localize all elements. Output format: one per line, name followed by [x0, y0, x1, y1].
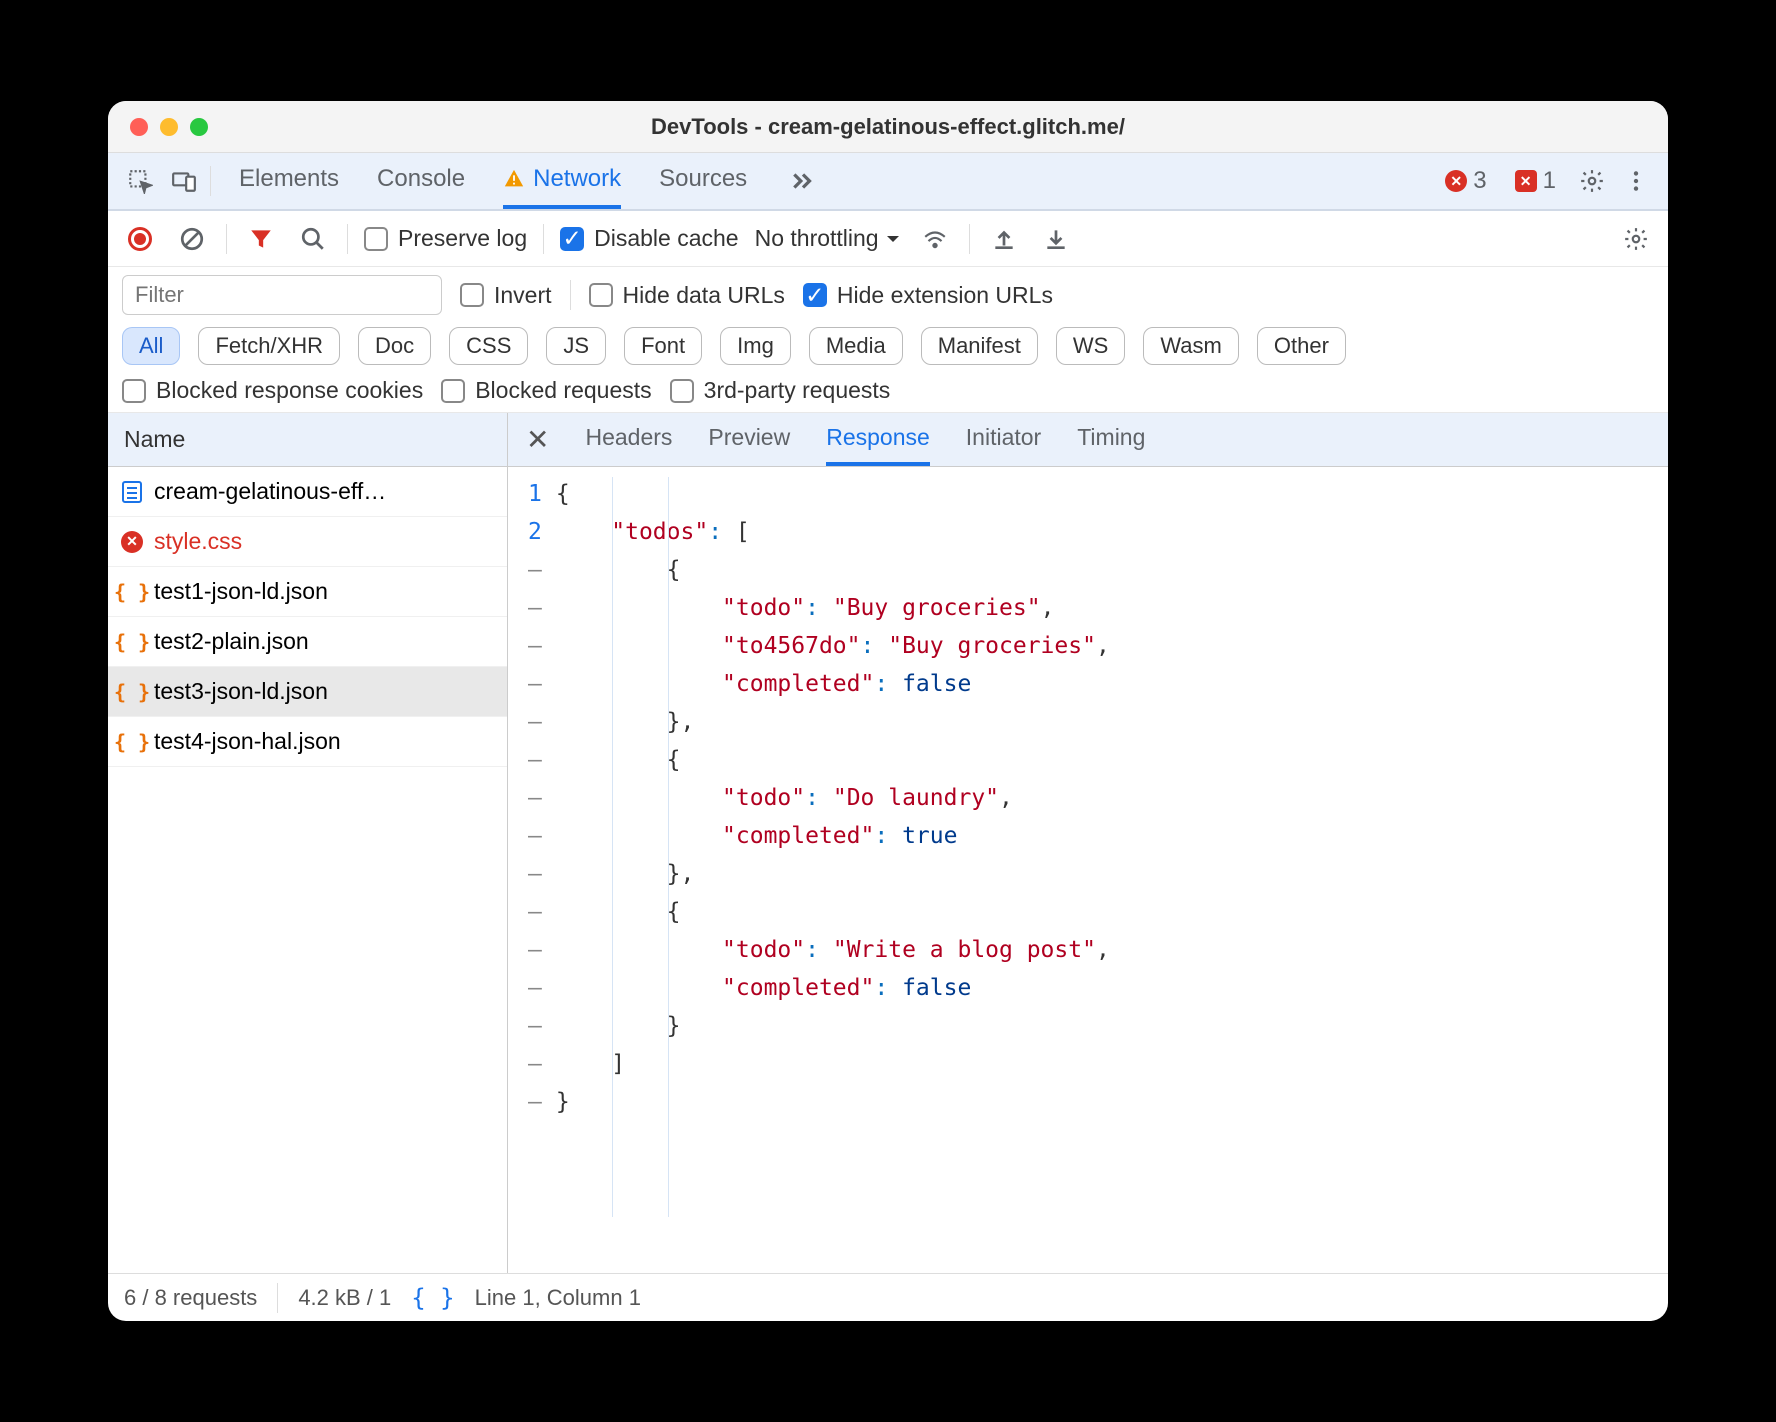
request-row[interactable]: { } test3-json-ld.json: [108, 667, 507, 717]
separator: [210, 166, 211, 196]
inspect-icon[interactable]: [122, 163, 158, 199]
request-list-pane: Name cream-gelatinous-eff… ✕ style.css { } t…: [108, 413, 508, 1273]
name-column-header[interactable]: Name: [108, 413, 507, 467]
issues-badge[interactable]: ✕ 1: [1515, 167, 1556, 195]
tab-sources[interactable]: Sources: [659, 153, 747, 209]
request-count: 6 / 8 requests: [124, 1285, 257, 1311]
request-row[interactable]: { } test2-plain.json: [108, 617, 507, 667]
invert-checkbox[interactable]: Invert: [460, 282, 552, 309]
throttling-select[interactable]: No throttling: [755, 225, 901, 252]
disable-cache-checkbox[interactable]: ✓Disable cache: [560, 225, 738, 252]
request-row[interactable]: { } test1-json-ld.json: [108, 567, 507, 617]
filter-ws[interactable]: WS: [1056, 327, 1125, 365]
filter-toolbar: Invert Hide data URLs ✓Hide extension UR…: [108, 267, 1668, 413]
errors-badge[interactable]: ✕ 3: [1445, 167, 1486, 195]
request-name: cream-gelatinous-eff…: [154, 478, 386, 505]
hide-data-urls-checkbox[interactable]: Hide data URLs: [589, 282, 785, 309]
network-conditions-icon[interactable]: [917, 221, 953, 257]
zoom-window-button[interactable]: [190, 118, 208, 136]
filter-media[interactable]: Media: [809, 327, 903, 365]
upload-har-icon[interactable]: [986, 221, 1022, 257]
network-toolbar: Preserve log ✓Disable cache No throttlin…: [108, 211, 1668, 267]
tab-preview[interactable]: Preview: [708, 413, 790, 466]
chevron-down-icon: [885, 233, 901, 245]
panel-tabs: Elements Console Network Sources: [239, 153, 821, 209]
detail-tabs: ✕ Headers Preview Response Initiator Tim…: [508, 413, 1668, 467]
line-gutter: 12–––––––––––––––: [508, 467, 556, 1273]
network-settings-icon[interactable]: [1618, 221, 1654, 257]
kebab-menu-icon[interactable]: [1618, 163, 1654, 199]
filter-manifest[interactable]: Manifest: [921, 327, 1038, 365]
preserve-log-checkbox[interactable]: Preserve log: [364, 225, 527, 252]
filter-js[interactable]: JS: [546, 327, 606, 365]
device-toggle-icon[interactable]: [166, 163, 202, 199]
close-window-button[interactable]: [130, 118, 148, 136]
json-icon: { }: [120, 680, 144, 704]
error-icon: ✕: [120, 530, 144, 554]
more-tabs-icon[interactable]: [785, 163, 821, 199]
traffic-lights: [130, 118, 208, 136]
json-icon: { }: [120, 580, 144, 604]
filter-all[interactable]: All: [122, 327, 180, 365]
filter-doc[interactable]: Doc: [358, 327, 431, 365]
tab-timing[interactable]: Timing: [1077, 413, 1145, 466]
detail-pane: ✕ Headers Preview Response Initiator Tim…: [508, 413, 1668, 1273]
filter-img[interactable]: Img: [720, 327, 791, 365]
request-name: test3-json-ld.json: [154, 678, 328, 705]
main-toolbar: Elements Console Network Sources ✕ 3 ✕ 1: [108, 153, 1668, 211]
third-party-checkbox[interactable]: 3rd-party requests: [670, 377, 891, 404]
json-icon: { }: [120, 630, 144, 654]
minimize-window-button[interactable]: [160, 118, 178, 136]
hide-extension-urls-checkbox[interactable]: ✓Hide extension URLs: [803, 282, 1053, 309]
record-button[interactable]: [122, 221, 158, 257]
request-row[interactable]: ✕ style.css: [108, 517, 507, 567]
devtools-window: DevTools - cream-gelatinous-effect.glitc…: [108, 101, 1668, 1321]
filter-font[interactable]: Font: [624, 327, 702, 365]
status-bar: 6 / 8 requests 4.2 kB / 1 { } Line 1, Co…: [108, 1273, 1668, 1321]
request-name: style.css: [154, 528, 242, 555]
filter-fetch-xhr[interactable]: Fetch/XHR: [198, 327, 340, 365]
tab-elements[interactable]: Elements: [239, 153, 339, 209]
tab-response[interactable]: Response: [826, 413, 930, 466]
format-icon[interactable]: { }: [411, 1284, 454, 1312]
main-pane: Name cream-gelatinous-eff… ✕ style.css { } t…: [108, 413, 1668, 1273]
request-name: test4-json-hal.json: [154, 728, 341, 755]
issue-icon: ✕: [1515, 170, 1537, 192]
filter-wasm[interactable]: Wasm: [1143, 327, 1239, 365]
filter-css[interactable]: CSS: [449, 327, 528, 365]
json-icon: { }: [120, 730, 144, 754]
clear-button[interactable]: [174, 221, 210, 257]
search-icon[interactable]: [295, 221, 331, 257]
tab-initiator[interactable]: Initiator: [966, 413, 1041, 466]
blocked-cookies-checkbox[interactable]: Blocked response cookies: [122, 377, 423, 404]
request-name: test2-plain.json: [154, 628, 309, 655]
tab-headers[interactable]: Headers: [585, 413, 672, 466]
request-name: test1-json-ld.json: [154, 578, 328, 605]
filter-toggle-icon[interactable]: [243, 221, 279, 257]
filter-input[interactable]: [122, 275, 442, 315]
cursor-position: Line 1, Column 1: [475, 1285, 641, 1311]
error-icon: ✕: [1445, 170, 1467, 192]
request-row[interactable]: cream-gelatinous-eff…: [108, 467, 507, 517]
settings-icon[interactable]: [1574, 163, 1610, 199]
code-body: { "todos": [ { "todo": "Buy groceries", …: [556, 467, 1110, 1273]
transfer-size: 4.2 kB / 1: [298, 1285, 391, 1311]
response-body[interactable]: 12––––––––––––––– { "todos": [ { "todo":…: [508, 467, 1668, 1273]
document-icon: [120, 480, 144, 504]
window-title: DevTools - cream-gelatinous-effect.glitc…: [108, 114, 1668, 140]
close-detail-icon[interactable]: ✕: [526, 423, 549, 456]
warning-icon: [503, 168, 525, 190]
blocked-requests-checkbox[interactable]: Blocked requests: [441, 377, 651, 404]
filter-other[interactable]: Other: [1257, 327, 1346, 365]
resource-type-filters: All Fetch/XHR Doc CSS JS Font Img Media …: [122, 327, 1654, 365]
request-list: cream-gelatinous-eff… ✕ style.css { } test1-…: [108, 467, 507, 1273]
request-row[interactable]: { } test4-json-hal.json: [108, 717, 507, 767]
titlebar: DevTools - cream-gelatinous-effect.glitc…: [108, 101, 1668, 153]
tab-network[interactable]: Network: [503, 153, 621, 209]
tab-console[interactable]: Console: [377, 153, 465, 209]
download-har-icon[interactable]: [1038, 221, 1074, 257]
